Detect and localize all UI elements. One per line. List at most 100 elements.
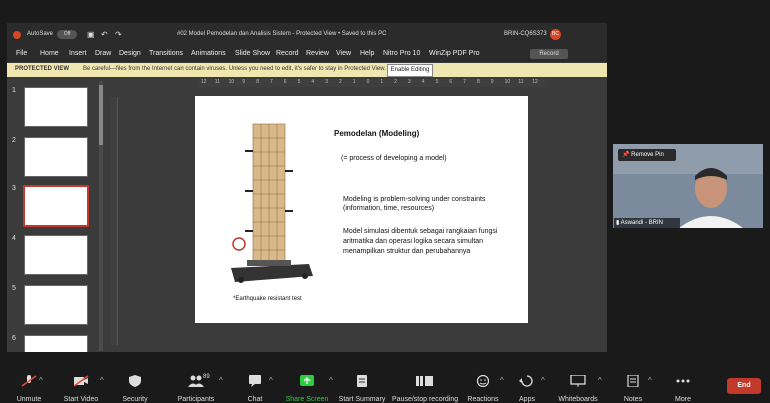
- ruler-tick: 5: [435, 79, 439, 85]
- share-screen-button[interactable]: Share Screen: [285, 374, 329, 403]
- protected-view-message: Be careful—files from the Internet can c…: [83, 66, 386, 72]
- save-icon[interactable]: ▣: [87, 30, 95, 39]
- record-button[interactable]: Record: [530, 49, 568, 59]
- remove-pin-label: Remove Pin: [631, 152, 664, 158]
- slide-paragraph-1b: (information, time, resources): [343, 205, 435, 212]
- caret-up-icon[interactable]: ^: [329, 376, 333, 385]
- slide-thumbnail-6[interactable]: [24, 335, 88, 352]
- ruler-tick: 8: [256, 79, 259, 85]
- tab-view[interactable]: View: [336, 50, 351, 57]
- security-button[interactable]: Security: [119, 374, 151, 403]
- caret-up-icon[interactable]: ^: [598, 376, 602, 385]
- participants-count: 89: [203, 374, 210, 380]
- tab-file[interactable]: File: [16, 50, 27, 57]
- caret-up-icon[interactable]: ^: [269, 376, 273, 385]
- slide-thumbnail-3[interactable]: [23, 185, 89, 227]
- tab-transitions[interactable]: Transitions: [149, 50, 183, 57]
- tab-design[interactable]: Design: [119, 50, 141, 57]
- autosave-label: AutoSave: [27, 31, 54, 37]
- more-button[interactable]: More: [671, 374, 695, 403]
- reactions-button[interactable]: Reactions: [467, 374, 499, 403]
- scrollbar-thumb[interactable]: [99, 85, 103, 145]
- tab-help[interactable]: Help: [360, 50, 374, 57]
- caret-up-icon[interactable]: ^: [500, 376, 504, 385]
- autosave-toggle[interactable]: Off: [57, 30, 77, 39]
- protected-view-label: PROTECTED VIEW: [15, 66, 70, 72]
- powerpoint-window: AutoSave Off ▣ ↶ ↷ #02 Model Pemodelan d…: [7, 23, 607, 352]
- ruler-tick: 11: [518, 79, 524, 85]
- thumb-number: 1: [12, 87, 16, 94]
- slide-paragraph-2b: aritmatika dan operasi logika secara sim…: [343, 238, 484, 245]
- pause-recording-button[interactable]: Pause/stop recording: [392, 374, 458, 403]
- start-video-button[interactable]: Start Video: [60, 374, 102, 403]
- slide-heading: Pemodelan (Modeling): [334, 129, 420, 138]
- microphone-muted-icon: [21, 375, 37, 387]
- participant-name: Aswandi - BRIN: [620, 220, 664, 226]
- ruler-tick: 9: [490, 79, 494, 85]
- ruler-tick: 4: [311, 79, 315, 85]
- powerpoint-logo-icon: [13, 31, 21, 39]
- apps-icon: [519, 375, 533, 387]
- tab-nitro-pro[interactable]: Nitro Pro 10: [383, 50, 420, 57]
- participants-button[interactable]: Participants: [174, 374, 218, 403]
- notes-button[interactable]: Notes: [620, 374, 646, 403]
- redo-icon[interactable]: ↷: [115, 30, 122, 39]
- signal-icon: ▮: [616, 220, 620, 226]
- tab-draw[interactable]: Draw: [95, 50, 111, 57]
- ruler-tick: 10: [228, 79, 235, 85]
- whiteboards-button[interactable]: Whiteboards: [558, 374, 598, 403]
- undo-icon[interactable]: ↶: [101, 30, 108, 39]
- slide-subtitle: (= process of developing a model): [341, 155, 447, 162]
- tab-winzip[interactable]: WinZip PDF Pro: [429, 50, 480, 57]
- thumb-number: 2: [12, 137, 16, 144]
- enable-editing-button[interactable]: Enable Editing: [387, 64, 433, 77]
- caret-up-icon[interactable]: ^: [100, 376, 104, 385]
- tab-insert[interactable]: Insert: [69, 50, 87, 57]
- caret-up-icon[interactable]: ^: [541, 376, 545, 385]
- slide-thumbnail-1[interactable]: [24, 87, 88, 127]
- ruler-tick: 12: [532, 79, 538, 85]
- title-bar: AutoSave Off ▣ ↶ ↷ #02 Model Pemodelan d…: [7, 23, 607, 47]
- start-summary-button[interactable]: Start Summary: [337, 374, 387, 403]
- chat-button[interactable]: Chat: [243, 374, 267, 403]
- thumb-number: 3: [12, 185, 16, 192]
- vertical-ruler: [110, 97, 118, 345]
- ruler-tick: 2: [339, 79, 342, 85]
- slide-thumbnail-panel: 1 2 3 4 5 6: [7, 79, 105, 352]
- ruler-tick: 12: [201, 79, 207, 85]
- ribbon-tabs: File Home Insert Draw Design Transitions…: [7, 47, 607, 62]
- ruler-tick: 9: [242, 79, 246, 85]
- tower-image: [231, 123, 313, 283]
- tab-review[interactable]: Review: [306, 50, 329, 57]
- ruler-tick: 1: [352, 79, 356, 85]
- slide-thumbnail-4[interactable]: [24, 235, 88, 275]
- apps-button[interactable]: Apps: [515, 374, 539, 403]
- caret-up-icon[interactable]: ^: [648, 376, 652, 385]
- slide-thumbnail-2[interactable]: [24, 137, 88, 177]
- end-meeting-button[interactable]: End: [727, 378, 761, 394]
- more-dots-icon: [676, 379, 690, 383]
- tab-home[interactable]: Home: [40, 50, 59, 57]
- ruler-tick: 3: [408, 79, 411, 85]
- ruler-tick: 5: [297, 79, 301, 85]
- ruler-tick: 11: [214, 79, 220, 85]
- slide-paragraph-2c: menampilkan struktur dan perubahannya: [343, 248, 471, 255]
- window-title: #02 Model Pemodelan dan Analisis Sistem …: [177, 31, 387, 37]
- tab-slide-show[interactable]: Slide Show: [235, 50, 270, 57]
- tab-animations[interactable]: Animations: [191, 50, 226, 57]
- chat-icon: [249, 375, 261, 387]
- slide-thumbnail-5[interactable]: [24, 285, 88, 325]
- remove-pin-button[interactable]: 📌 Remove Pin: [618, 149, 676, 161]
- protected-view-bar: PROTECTED VIEW Be careful—files from the…: [7, 63, 607, 77]
- caret-up-icon[interactable]: ^: [39, 376, 43, 385]
- video-camera-muted-icon: [73, 375, 89, 387]
- tab-record[interactable]: Record: [276, 50, 299, 57]
- slide-canvas[interactable]: Pemodelan (Modeling) (= process of devel…: [195, 96, 528, 323]
- caret-up-icon[interactable]: ^: [219, 376, 223, 385]
- slide-paragraph-1a: Modeling is problem-solving under constr…: [343, 196, 486, 203]
- user-id: BRIN-CQ6S373: [504, 31, 547, 37]
- ruler-tick: 6: [283, 79, 287, 85]
- avatar[interactable]: BC: [550, 29, 561, 40]
- share-screen-icon: [300, 375, 314, 386]
- image-caption: *Earthquake resistant test: [233, 296, 302, 302]
